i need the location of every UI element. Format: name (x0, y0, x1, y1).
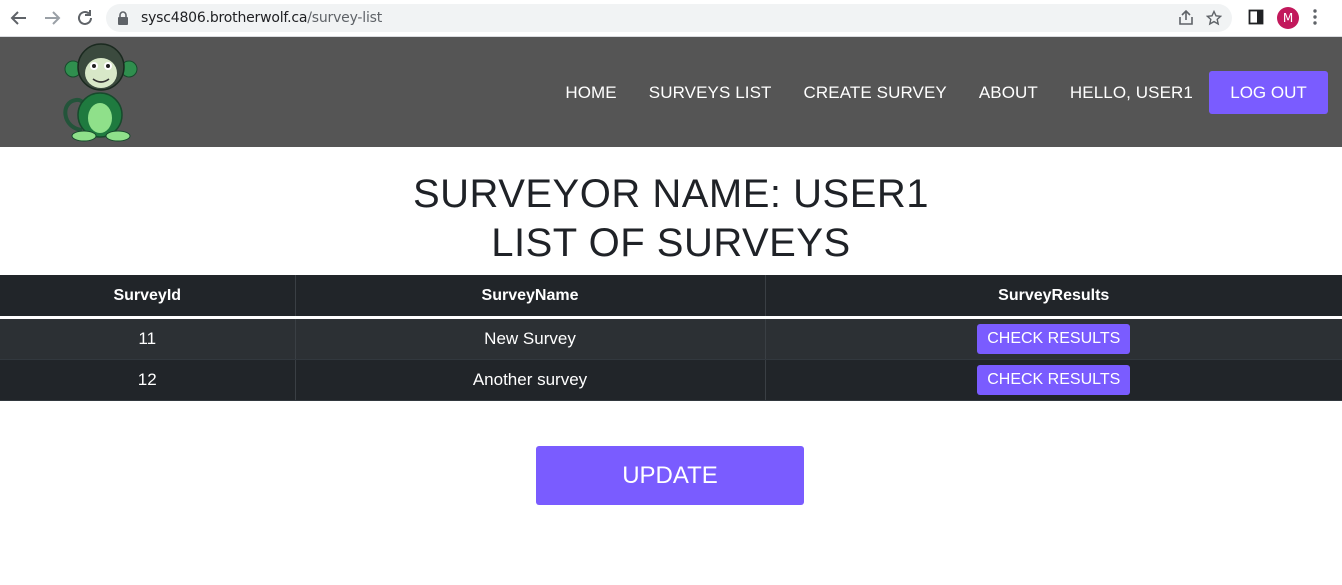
column-header-survey-name: SurveyName (294, 275, 765, 319)
survey-id-cell: 11 (0, 317, 295, 360)
share-icon[interactable] (1178, 9, 1194, 31)
main-nav: HOME SURVEYS LIST CREATE SURVEY ABOUT HE… (565, 71, 1328, 114)
table-row: 12 Another survey CHECK RESULTS (0, 359, 1342, 401)
survey-results-cell: CHECK RESULTS (764, 317, 1342, 360)
survey-name-cell: New Survey (294, 317, 765, 360)
star-icon[interactable] (1205, 9, 1223, 31)
surveys-table: SurveyId SurveyName SurveyResults 11 New… (0, 275, 1342, 401)
monkey-logo[interactable] (60, 42, 142, 142)
table-header-row: SurveyId SurveyName SurveyResults (0, 275, 1342, 319)
user-greeting: HELLO, USER1 (1069, 82, 1193, 102)
url-host: sysc4806.brotherwolf.ca (141, 10, 308, 26)
nav-surveys-list[interactable]: SURVEYS LIST (649, 83, 772, 103)
table-row: 11 New Survey CHECK RESULTS (0, 317, 1342, 360)
back-arrow-icon[interactable] (7, 6, 31, 30)
nav-create-survey[interactable]: CREATE SURVEY (804, 83, 947, 103)
update-button[interactable]: UPDATE (536, 446, 804, 505)
browser-toolbar: sysc4806.brotherwolf.ca/survey-list M (0, 0, 1342, 37)
reload-icon[interactable] (73, 6, 97, 30)
survey-results-cell: CHECK RESULTS (764, 359, 1342, 401)
more-menu-icon[interactable] (1313, 9, 1317, 30)
profile-avatar[interactable]: M (1277, 7, 1299, 29)
check-results-button[interactable]: CHECK RESULTS (977, 324, 1131, 354)
survey-name-cell: Another survey (294, 359, 765, 401)
side-panel-icon[interactable] (1248, 9, 1264, 30)
address-bar[interactable]: sysc4806.brotherwolf.ca/survey-list (106, 4, 1232, 32)
url-path: /survey-list (307, 10, 383, 26)
check-results-button[interactable]: CHECK RESULTS (977, 365, 1131, 395)
survey-list-heading: LIST OF SURVEYS (491, 221, 851, 265)
nav-about[interactable]: ABOUT (979, 83, 1038, 103)
forward-arrow-icon[interactable] (40, 6, 64, 30)
logout-button[interactable]: LOG OUT (1209, 71, 1328, 114)
lock-icon[interactable] (117, 11, 129, 30)
column-header-survey-results: SurveyResults (764, 275, 1342, 319)
nav-home[interactable]: HOME (565, 83, 616, 103)
url-text[interactable]: sysc4806.brotherwolf.ca/survey-list (141, 10, 382, 26)
column-header-survey-id: SurveyId (0, 275, 295, 319)
survey-id-cell: 12 (0, 359, 295, 401)
site-header: HOME SURVEYS LIST CREATE SURVEY ABOUT HE… (0, 37, 1342, 147)
surveyor-name-heading: SURVEYOR NAME: USER1 (412, 172, 930, 216)
